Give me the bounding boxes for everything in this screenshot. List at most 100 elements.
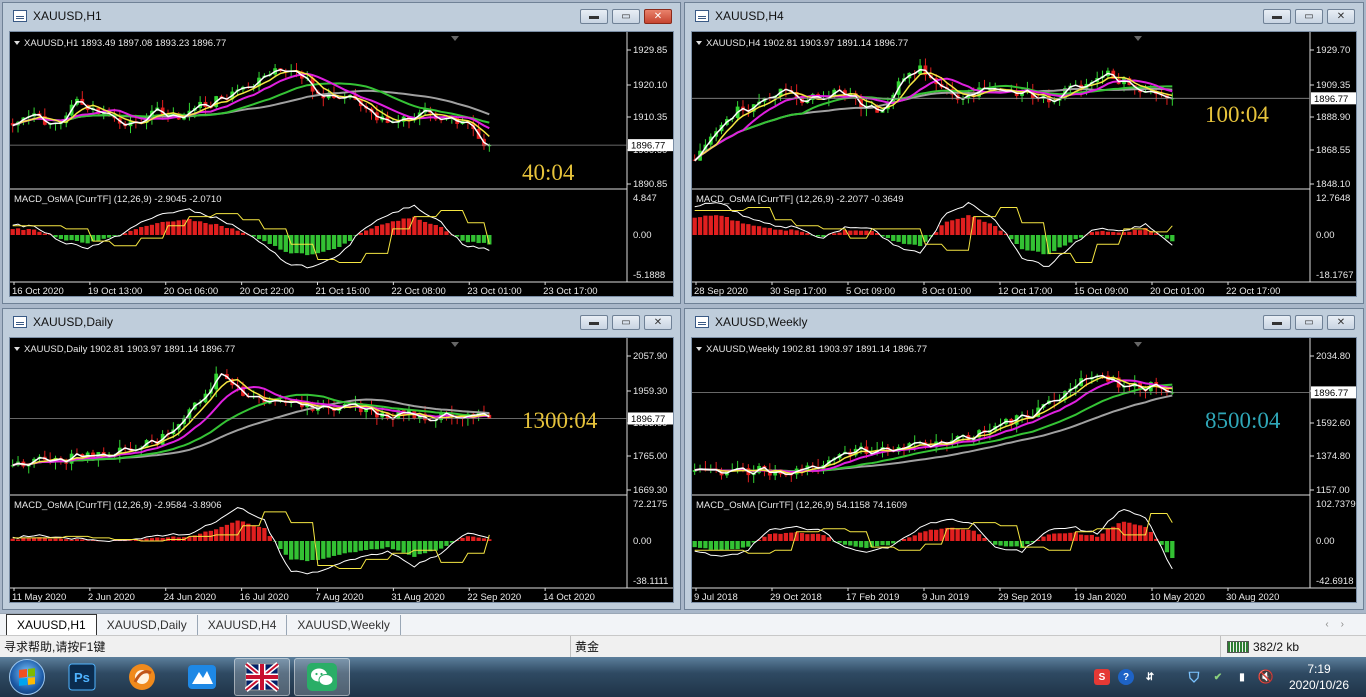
macd-histogram-bar: [724, 541, 730, 550]
start-button[interactable]: [0, 657, 54, 697]
macd-histogram-bar: [1041, 235, 1046, 255]
window-titlebar[interactable]: XAUUSD,H1 ▬ ▭ ✕: [3, 3, 680, 29]
status-profile[interactable]: 黄金: [571, 636, 1221, 657]
tab-xauusd-h1[interactable]: XAUUSD,H1: [6, 614, 97, 635]
macd-histogram-bar: [1148, 531, 1153, 541]
window-titlebar[interactable]: XAUUSD,H4 ▬ ▭ ✕: [685, 3, 1363, 29]
price-tick-label: 1868.55: [1316, 145, 1350, 156]
macd-histogram-bar: [982, 537, 987, 541]
uk-flag-icon: [245, 662, 279, 692]
macd-histogram-bar: [756, 226, 762, 235]
window-titlebar[interactable]: XAUUSD,Weekly ▬ ▭ ✕: [685, 309, 1363, 335]
chart-area[interactable]: XAUUSD,H1 1893.49 1897.08 1893.23 1896.7…: [9, 31, 674, 297]
macd-histogram-bar: [714, 215, 719, 235]
input-method-icon[interactable]: S: [1094, 669, 1110, 685]
maximize-button[interactable]: ▭: [612, 314, 640, 330]
maximize-button[interactable]: ▭: [1295, 314, 1323, 330]
tab-scroll-arrows[interactable]: ‹›: [1325, 619, 1356, 635]
macd-histogram-bar: [1105, 231, 1111, 235]
volume-mute-icon[interactable]: 🔇: [1258, 669, 1274, 685]
network-status-icon[interactable]: ⇵: [1142, 669, 1158, 685]
shield-icon[interactable]: ⛉: [1186, 669, 1202, 685]
close-button[interactable]: ✕: [644, 8, 672, 24]
macd-histogram-bar: [907, 235, 912, 245]
clock[interactable]: 7:19 2020/10/26: [1282, 661, 1356, 693]
taskbar-mt4-terminal[interactable]: [234, 658, 290, 696]
taskbar-photoshop[interactable]: Ps: [54, 658, 110, 696]
moving-average-line: [694, 72, 1173, 162]
macd-histogram-bar: [773, 533, 778, 541]
time-label: 19 Jan 2020: [1074, 592, 1126, 603]
price-tick-label: 1929.85: [633, 45, 667, 56]
macd-histogram-bar: [21, 229, 26, 235]
chart-window-h1[interactable]: XAUUSD,H1 ▬ ▭ ✕ XAUUSD,H1 1893.49 1897.0…: [2, 2, 681, 304]
chart-area[interactable]: XAUUSD,Weekly 1902.81 1903.97 1891.14 18…: [691, 337, 1357, 603]
moving-average-line: [12, 72, 490, 130]
time-label: 16 Oct 2020: [12, 286, 64, 297]
macd-histogram-bar: [815, 235, 821, 237]
status-traffic: 382/2 kb: [1253, 639, 1300, 654]
chart-window-icon: [695, 316, 709, 328]
macd-histogram-bar: [321, 235, 326, 252]
window-titlebar[interactable]: XAUUSD,Daily ▬ ▭ ✕: [3, 309, 680, 335]
macd-histogram-bar: [1068, 532, 1073, 541]
macd-histogram-bar: [246, 523, 251, 541]
tab-xauusd-daily[interactable]: XAUUSD,Daily: [97, 615, 198, 635]
chart-window-weekly[interactable]: XAUUSD,Weekly ▬ ▭ ✕ XAUUSD,Weekly 1902.8…: [684, 308, 1364, 610]
time-label: 23 Oct 01:00: [467, 286, 521, 297]
macd-histogram-bar: [703, 541, 708, 549]
taskbar-browser[interactable]: [114, 658, 170, 696]
minimize-button[interactable]: ▬: [580, 8, 608, 24]
minimize-button[interactable]: ▬: [1263, 8, 1291, 24]
maximize-button[interactable]: ▭: [612, 8, 640, 24]
close-button[interactable]: ✕: [644, 314, 672, 330]
chart-window-daily[interactable]: XAUUSD,Daily ▬ ▭ ✕ XAUUSD,Daily 1902.81 …: [2, 308, 681, 610]
chart-window-icon: [695, 10, 709, 22]
macd-histogram-bar: [848, 230, 853, 235]
signal-icon[interactable]: ▮: [1234, 669, 1250, 685]
system-tray: S ? ⇵ ⛉ ✔ ▮ 🔇 7:19 2020/10/26: [1094, 661, 1366, 693]
macd-histogram-bar: [64, 539, 69, 541]
close-button[interactable]: ✕: [1327, 8, 1355, 24]
macd-histogram-bar: [767, 534, 772, 541]
moving-average-line: [694, 394, 1173, 473]
maximize-button[interactable]: ▭: [1295, 8, 1323, 24]
macd-histogram-bar: [369, 228, 374, 235]
close-button[interactable]: ✕: [1327, 314, 1355, 330]
minimize-button[interactable]: ▬: [1263, 314, 1291, 330]
help-icon[interactable]: ?: [1118, 669, 1134, 685]
chart-area[interactable]: XAUUSD,H4 1902.81 1903.97 1891.14 1896.7…: [691, 31, 1357, 297]
taskbar-task-app[interactable]: [174, 658, 230, 696]
macd-histogram-bar: [256, 526, 262, 541]
tab-xauusd-h4[interactable]: XAUUSD,H4: [198, 615, 288, 635]
price-tick-label: 2034.80: [1316, 351, 1350, 362]
macd-histogram-bar: [805, 233, 810, 235]
price-tick-label: 1910.35: [633, 112, 667, 123]
window-title: XAUUSD,Weekly: [715, 315, 808, 329]
chart-area[interactable]: XAUUSD,Daily 1902.81 1903.97 1891.14 189…: [9, 337, 674, 603]
macd-histogram-bar: [278, 235, 283, 250]
macd-histogram-bar: [1062, 533, 1068, 541]
macd-histogram-bar: [1003, 541, 1009, 547]
security-check-icon[interactable]: ✔: [1210, 669, 1226, 685]
time-label: 19 Oct 13:00: [88, 286, 142, 297]
chart-window-h4[interactable]: XAUUSD,H4 ▬ ▭ ✕ XAUUSD,H4 1902.81 1903.9…: [684, 2, 1364, 304]
macd-histogram-bar: [1116, 232, 1121, 235]
macd-histogram-bar: [1030, 235, 1035, 251]
macd-histogram-bar: [224, 524, 230, 541]
clock-date: 2020/10/26: [1288, 678, 1350, 692]
macd-histogram-bar: [96, 235, 101, 241]
macd-histogram-bar: [42, 233, 47, 235]
status-connection[interactable]: 382/2 kb: [1221, 636, 1366, 657]
price-tick-label: 2057.90: [633, 351, 667, 362]
minimize-button[interactable]: ▬: [580, 314, 608, 330]
tab-xauusd-weekly[interactable]: XAUUSD,Weekly: [287, 615, 401, 635]
macd-histogram-bar: [1116, 523, 1121, 541]
photoshop-icon: Ps: [68, 663, 96, 691]
price-tick-label: 1920.10: [633, 80, 667, 91]
macd-histogram-bar: [1052, 235, 1057, 252]
macd-label: MACD_OsMA [CurrTF] (12,26,9) -2.9584 -3.…: [14, 500, 222, 511]
moving-average-line: [12, 393, 490, 467]
taskbar-wechat[interactable]: [294, 658, 350, 696]
macd-histogram-bar: [799, 231, 805, 235]
